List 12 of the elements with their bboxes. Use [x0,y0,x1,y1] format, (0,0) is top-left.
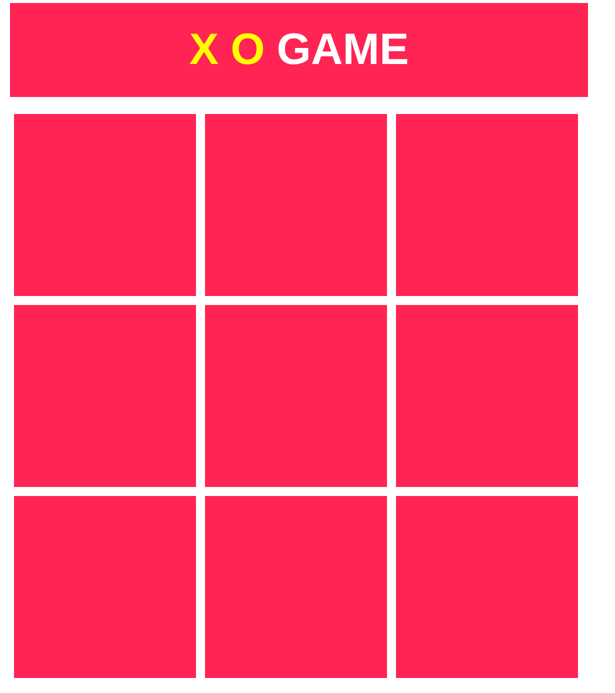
title-text: GAME [276,28,409,72]
board-cell[interactable] [205,305,387,487]
board-cell[interactable] [205,114,387,296]
board-cell[interactable] [14,114,196,296]
title-text: O [230,28,265,72]
board-cell[interactable] [205,496,387,678]
board-cell[interactable] [396,114,578,296]
title-text: X [189,28,219,72]
board-cell[interactable] [14,496,196,678]
board-cell[interactable] [396,305,578,487]
board-cell[interactable] [14,305,196,487]
board-cell[interactable] [396,496,578,678]
